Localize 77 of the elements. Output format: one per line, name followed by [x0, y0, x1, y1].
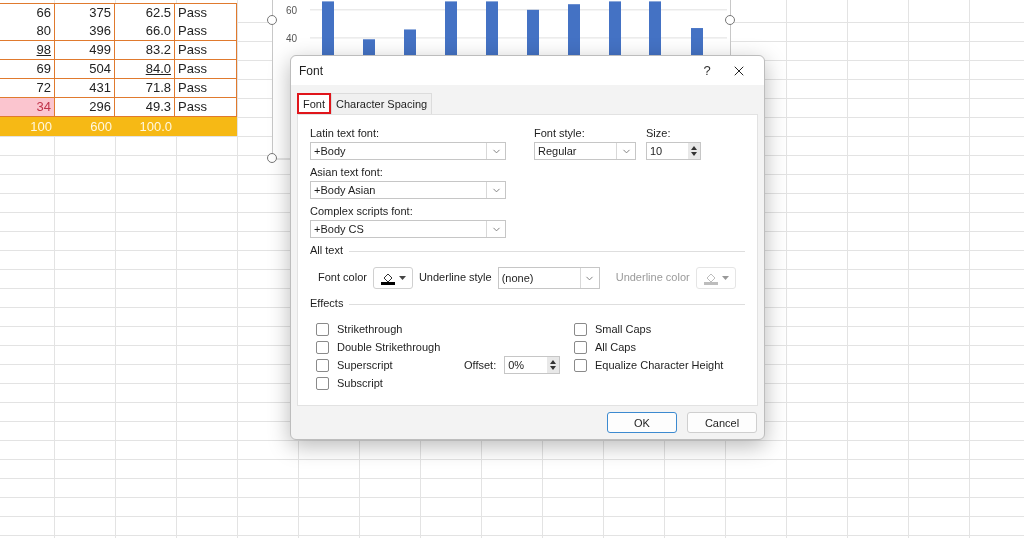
effect-checkbox[interactable]: All Caps — [574, 338, 745, 356]
spin-arrows-icon — [688, 143, 700, 159]
table-cell: 83.2 — [115, 41, 175, 60]
dropdown-icon — [721, 276, 729, 280]
table-cell: 375 — [55, 3, 115, 23]
table-cell: 71.8 — [115, 79, 175, 98]
dropdown-icon — [398, 276, 406, 280]
effect-checkbox[interactable]: Subscript — [316, 374, 464, 392]
y-tick-label: 60 — [286, 4, 298, 16]
total-cell-text: 100 — [29, 118, 53, 136]
spin-field[interactable]: 10 — [646, 142, 701, 160]
field-label: Underline color — [615, 270, 690, 284]
section-heading: Effects — [310, 297, 344, 310]
dialog-button[interactable]: Cancel — [687, 412, 757, 433]
table-cell: 62.5 — [115, 3, 175, 23]
checkbox[interactable] — [316, 322, 329, 336]
table-cell: 34 — [0, 98, 55, 117]
table-cell: 49.3 — [115, 98, 175, 117]
table-cell: 84.0 — [115, 60, 175, 79]
effect-checkbox[interactable]: Strikethrough — [316, 320, 464, 338]
field-label: Asian text font: — [310, 166, 384, 179]
resize-handle[interactable] — [725, 15, 735, 25]
checkbox[interactable] — [316, 376, 329, 390]
table-cell: 72 — [0, 79, 55, 98]
table-cell: 431 — [55, 79, 115, 98]
font-dropdown[interactable]: +Body Asian — [310, 181, 506, 199]
dialog-title: Font — [299, 63, 324, 78]
font-color-button[interactable] — [372, 267, 413, 289]
field-label: Font color — [318, 270, 367, 284]
table-cell: 80 — [0, 22, 55, 41]
table-cell: Pass — [175, 22, 237, 41]
dialog-tab[interactable]: Character Spacing — [331, 93, 433, 114]
paint-bucket-icon — [379, 271, 396, 285]
effect-checkbox[interactable]: Equalize Character Height — [574, 356, 745, 374]
resize-handle[interactable] — [267, 153, 277, 163]
section-heading: All text — [310, 244, 343, 257]
spin-arrows-icon — [547, 357, 560, 373]
underline-style-dropdown[interactable]: (none) — [497, 267, 600, 289]
table-cell: 296 — [55, 98, 115, 117]
spin-field[interactable]: 0% — [504, 356, 561, 374]
table-cell: 499 — [55, 41, 115, 60]
field-label: Size: — [646, 127, 672, 140]
field-label: Offset: — [464, 358, 497, 372]
table-cell: Pass — [175, 3, 237, 23]
resize-handle[interactable] — [267, 15, 277, 25]
checkbox[interactable] — [574, 358, 587, 372]
effect-checkbox[interactable]: Double Strikethrough — [316, 338, 464, 356]
table-cell: 504 — [55, 60, 115, 79]
font-dropdown[interactable]: +Body — [310, 142, 506, 160]
table-cell: 66.0 — [115, 22, 175, 41]
font-dropdown[interactable]: Regular — [534, 142, 636, 160]
effect-checkbox[interactable]: Superscript — [316, 356, 464, 374]
table-cell: 396 — [55, 22, 115, 41]
dialog-tab[interactable]: Font — [297, 93, 331, 114]
effect-checkbox[interactable]: Small Caps — [574, 320, 745, 338]
checkbox[interactable] — [316, 358, 329, 372]
table-cell: 66 — [0, 3, 55, 23]
y-tick-label: 40 — [286, 32, 298, 44]
field-label: Underline style — [418, 270, 492, 284]
checkbox[interactable] — [316, 340, 329, 354]
field-label: Latin text font: — [310, 127, 381, 140]
table-cell: Pass — [175, 98, 237, 117]
total-cell-text: 100.0 — [138, 118, 173, 136]
table-cell: Pass — [175, 41, 237, 60]
field-label: Complex scripts font: — [310, 205, 414, 218]
help-button[interactable]: ? — [692, 62, 722, 79]
checkbox[interactable] — [574, 340, 587, 354]
table-cell: Pass — [175, 60, 237, 79]
field-label: Font style: — [534, 127, 586, 140]
dialog-button[interactable]: OK — [607, 412, 677, 433]
table-cell: Pass — [175, 79, 237, 98]
table-cell: 69 — [0, 60, 55, 79]
paint-bucket-icon — [702, 271, 719, 285]
font-dropdown[interactable]: +Body CS — [310, 220, 506, 238]
total-cell-text: 600 — [89, 118, 113, 136]
checkbox[interactable] — [574, 322, 587, 336]
table-cell: 98 — [0, 41, 55, 60]
